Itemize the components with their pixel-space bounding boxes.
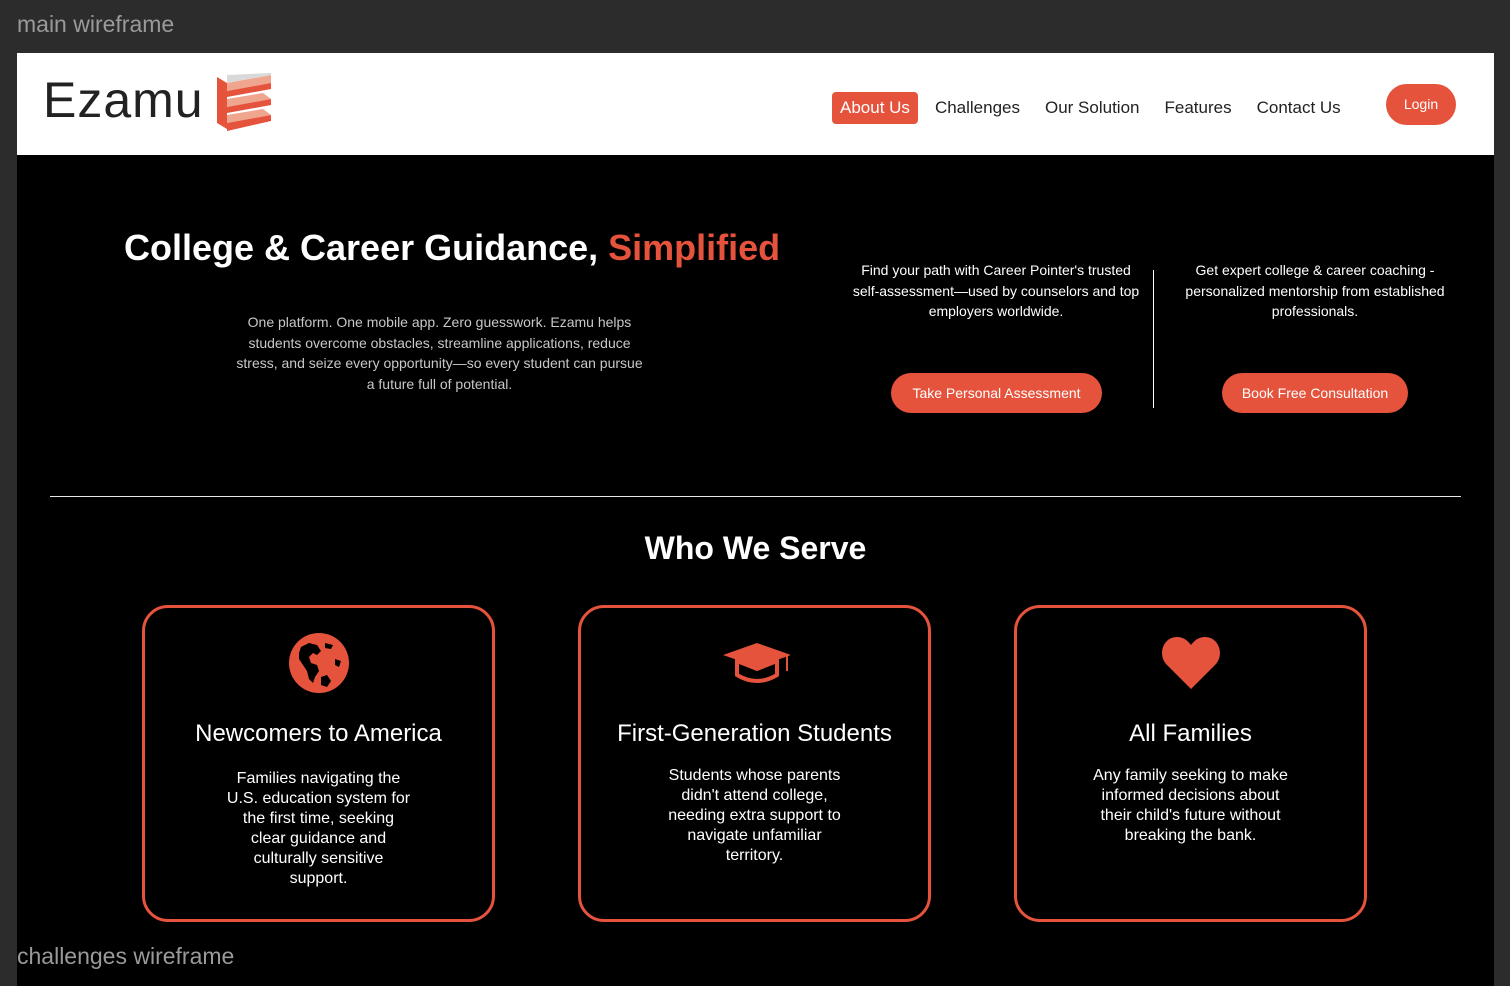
- logo-book-icon: [217, 73, 271, 131]
- graduation-cap-icon: [722, 643, 790, 683]
- logo-text[interactable]: Ezamu: [43, 71, 204, 129]
- heart-icon: [1161, 637, 1220, 689]
- card-title: Newcomers to America: [195, 720, 442, 747]
- site-header: Ezamu About Us Challenges Our Solution F…: [17, 53, 1494, 155]
- nav-challenges[interactable]: Challenges: [927, 92, 1028, 124]
- serve-card-all-families: All Families Any family seeking to make …: [1014, 605, 1367, 922]
- card-text: Families navigating the U.S. education s…: [226, 770, 411, 887]
- card-text: Students whose parents didn't attend col…: [668, 767, 841, 864]
- nav-features[interactable]: Features: [1157, 92, 1240, 124]
- hero-title-main: College & Career Guidance,: [124, 227, 609, 268]
- take-assessment-button[interactable]: Take Personal Assessment: [891, 373, 1102, 413]
- card-text: Any family seeking to make informed deci…: [1093, 767, 1288, 844]
- card-title: First-Generation Students: [617, 720, 892, 747]
- assessment-text: Find your path with Career Pointer's tru…: [852, 262, 1140, 319]
- serve-card-first-gen: First-Generation Students Students whose…: [578, 605, 931, 922]
- serve-card-newcomers: Newcomers to America Families navigating…: [142, 605, 495, 922]
- main-nav: About Us Challenges Our Solution Feature…: [832, 92, 1358, 124]
- globe-icon: [288, 633, 349, 693]
- nav-our-solution[interactable]: Our Solution: [1037, 92, 1148, 124]
- nav-about-us[interactable]: About Us: [832, 92, 918, 124]
- canvas: main wireframe Ezamu About Us Challenges…: [0, 0, 1510, 986]
- hero-description: One platform. One mobile app. Zero guess…: [236, 314, 643, 392]
- section-divider: [50, 496, 1461, 497]
- frame-label-main: main wireframe: [17, 11, 175, 37]
- hero-title: College & Career Guidance, Simplified: [124, 227, 780, 269]
- card-title: All Families: [1129, 720, 1252, 747]
- main-frame: Ezamu About Us Challenges Our Solution F…: [17, 53, 1494, 986]
- who-we-serve-title: Who We Serve: [644, 530, 867, 566]
- consultation-text: Get expert college & career coaching - p…: [1185, 262, 1445, 319]
- frame-label-challenges: challenges wireframe: [17, 943, 235, 969]
- hero-title-accent: Simplified: [608, 227, 781, 268]
- cta-divider: [1153, 270, 1154, 408]
- login-button[interactable]: Login: [1386, 84, 1456, 125]
- book-consultation-button[interactable]: Book Free Consultation: [1222, 373, 1408, 413]
- nav-contact-us[interactable]: Contact Us: [1249, 92, 1349, 124]
